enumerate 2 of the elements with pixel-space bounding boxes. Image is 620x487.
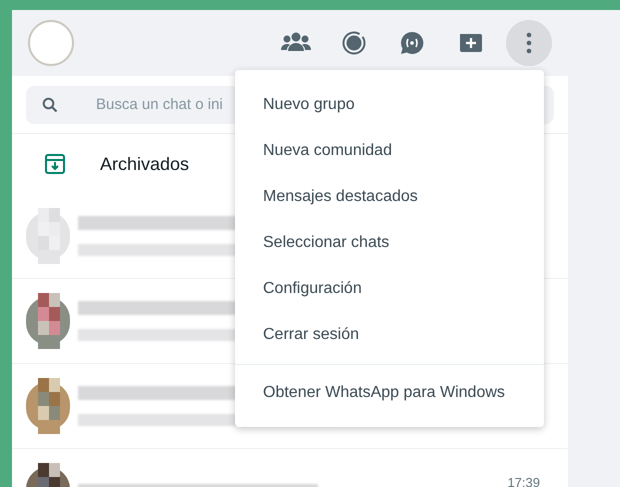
chat-time: 17:39 (507, 474, 540, 487)
archived-label: Archivados (100, 152, 190, 176)
